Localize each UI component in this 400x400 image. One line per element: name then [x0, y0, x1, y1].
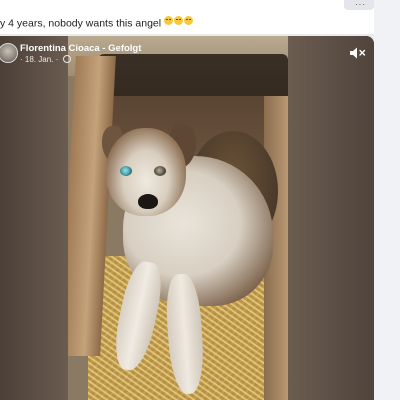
- right-gutter: [374, 0, 400, 400]
- speaker-muted-icon: [350, 47, 366, 59]
- dog-eye-left: [120, 166, 132, 176]
- post-header: Florentina Cioaca - Gefolgt · 18. Jan. ·: [0, 41, 200, 65]
- sad-face-emoji-icon: [184, 16, 194, 25]
- sad-face-emoji-icon: [164, 16, 174, 25]
- sad-face-emoji-icon: [174, 16, 184, 25]
- avatar[interactable]: [0, 43, 18, 63]
- globe-icon: [62, 55, 71, 63]
- author-name[interactable]: Florentina Cioaca - Gefolgt: [20, 43, 141, 55]
- emoji-group: [164, 16, 194, 30]
- post-caption: y 4 years, nobody wants this angel: [0, 16, 194, 30]
- video-frame: [68, 36, 288, 400]
- dog-nose: [138, 194, 158, 209]
- video-blur-left: [0, 36, 68, 400]
- video-blur-right: [288, 36, 374, 400]
- dog-eye-right: [154, 166, 166, 176]
- meta-separator: ·: [55, 55, 59, 64]
- more-options-button[interactable]: ···: [344, 0, 374, 10]
- video-player[interactable]: Florentina Cioaca - Gefolgt · 18. Jan. ·: [0, 36, 374, 400]
- post-date[interactable]: 18. Jan.: [25, 55, 53, 64]
- feed-page: y 4 years, nobody wants this angel ··· F…: [0, 0, 400, 400]
- post-meta: · 18. Jan. ·: [20, 55, 71, 65]
- post-caption-text: y 4 years, nobody wants this angel: [0, 17, 162, 30]
- post-caption-bar: y 4 years, nobody wants this angel ···: [0, 0, 374, 34]
- more-options-icon: ···: [355, 0, 366, 9]
- meta-prefix: ·: [20, 55, 23, 64]
- mute-button[interactable]: [346, 44, 368, 62]
